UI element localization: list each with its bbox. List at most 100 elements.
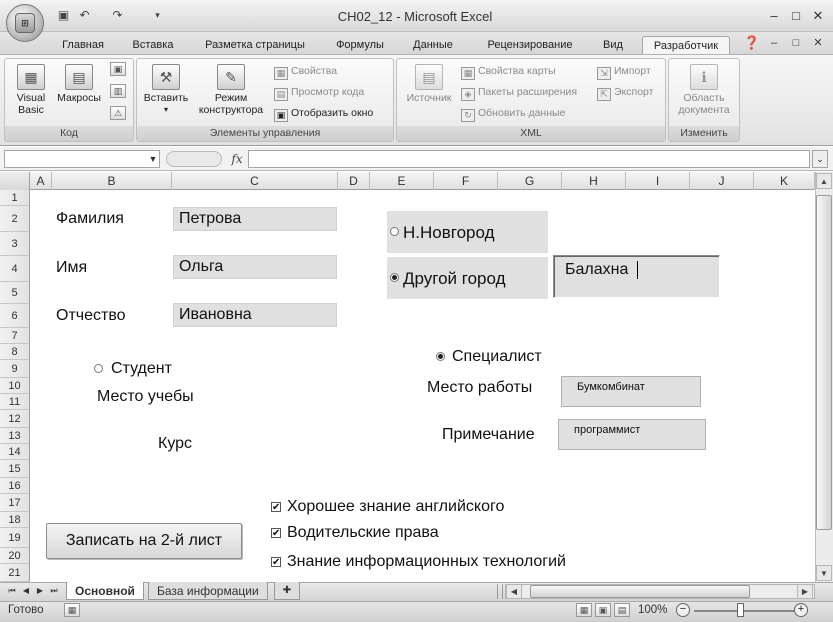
office-button[interactable]: ⊞	[6, 4, 44, 42]
redo-icon[interactable]: ↷	[110, 8, 125, 22]
row-header-19[interactable]: 19	[0, 528, 30, 548]
column-header-e[interactable]: E	[370, 172, 434, 190]
undo-icon[interactable]: ↶	[77, 8, 92, 22]
column-header-k[interactable]: K	[754, 172, 815, 190]
name-field[interactable]: Ольга	[173, 255, 337, 279]
minimize-button[interactable]: –	[764, 8, 784, 24]
column-header-a[interactable]: A	[30, 172, 52, 190]
zoom-level[interactable]: 100%	[638, 604, 667, 616]
row-header-6[interactable]: 6	[0, 304, 30, 328]
insert-function-icon[interactable]: fx	[228, 150, 246, 168]
sheet-tab-main[interactable]: Основной	[66, 582, 144, 600]
tab-developer[interactable]: Разработчик	[642, 36, 730, 54]
zoom-slider-track[interactable]	[694, 610, 794, 612]
row-header-7[interactable]: 7	[0, 328, 30, 344]
column-header-h[interactable]: H	[562, 172, 626, 190]
tab-view[interactable]: Вид	[596, 36, 630, 54]
tab-home[interactable]: Главная	[56, 36, 110, 54]
row-header-13[interactable]: 13	[0, 428, 30, 444]
macros-button[interactable]: ▤ Макросы	[52, 64, 106, 104]
page-break-view-icon[interactable]: ▤	[614, 603, 630, 617]
close-button[interactable]: ✕	[808, 8, 828, 24]
help-icon[interactable]: ❓	[742, 35, 762, 51]
scroll-left-icon[interactable]: ◀	[506, 584, 522, 599]
properties-button[interactable]: ▦ Свойства	[274, 62, 337, 80]
column-header-c[interactable]: C	[172, 172, 338, 190]
export-button[interactable]: ⇱ Экспорт	[597, 83, 653, 101]
row-header-14[interactable]: 14	[0, 444, 30, 460]
refresh-data-button[interactable]: ↻ Обновить данные	[461, 104, 565, 122]
column-header-i[interactable]: I	[626, 172, 690, 190]
row-header-8[interactable]: 8	[0, 344, 30, 360]
zoom-in-icon[interactable]: +	[794, 603, 808, 617]
column-header-d[interactable]: D	[338, 172, 370, 190]
work-place-field[interactable]: Бумкомбинат	[561, 376, 701, 407]
row-header-4[interactable]: 4	[0, 256, 30, 282]
row-header-12[interactable]: 12	[0, 410, 30, 428]
row-header-18[interactable]: 18	[0, 512, 30, 528]
surname-field[interactable]: Петрова	[173, 207, 337, 231]
horizontal-scroll-thumb[interactable]	[530, 585, 750, 598]
last-sheet-icon[interactable]: ⏭	[48, 584, 60, 598]
workbook-minimize-button[interactable]: –	[764, 35, 784, 51]
tab-review[interactable]: Рецензирование	[476, 36, 584, 54]
row-header-1[interactable]: 1	[0, 190, 30, 206]
column-header-g[interactable]: G	[498, 172, 562, 190]
row-header-20[interactable]: 20	[0, 548, 30, 564]
save-icon[interactable]: ▣	[56, 8, 71, 22]
map-properties-button[interactable]: ▦ Свойства карты	[461, 62, 556, 80]
tab-split-handle[interactable]	[497, 584, 503, 599]
expand-formula-bar-icon[interactable]: ⌄	[812, 150, 828, 168]
design-mode-button[interactable]: ✎ Режим конструктора	[192, 64, 270, 116]
first-sheet-icon[interactable]: ⏮	[6, 584, 18, 598]
city-option-nnovgorod[interactable]: Н.Новгород	[387, 211, 548, 253]
column-header-j[interactable]: J	[690, 172, 754, 190]
visual-basic-button[interactable]: ▦ Visual Basic	[10, 64, 52, 116]
scroll-down-icon[interactable]: ▼	[816, 565, 832, 581]
checkbox-english[interactable]: ✔ Хорошее знание английского	[271, 498, 571, 518]
next-sheet-icon[interactable]: ▶	[34, 584, 46, 598]
name-box-dropdown-icon[interactable]: ▼	[146, 150, 160, 168]
source-button[interactable]: ▤ Источник	[400, 64, 458, 104]
import-button[interactable]: ⇲ Импорт	[597, 62, 651, 80]
document-panel-button[interactable]: ℹ Область документа	[672, 64, 736, 116]
write-to-sheet2-button[interactable]: Записать на 2-й лист	[46, 523, 242, 559]
row-header-16[interactable]: 16	[0, 478, 30, 494]
record-macro-icon[interactable]: ▣	[110, 62, 126, 76]
column-header-b[interactable]: B	[52, 172, 172, 190]
checkbox-license[interactable]: ✔ Водительские права	[271, 524, 571, 544]
formula-input[interactable]	[248, 150, 810, 168]
sheet-tab-info-base[interactable]: База информации	[148, 582, 268, 600]
workbook-close-button[interactable]: ✕	[808, 35, 828, 51]
insert-sheet-icon[interactable]: ✚	[274, 582, 300, 600]
city-option-other[interactable]: Другой город	[387, 257, 548, 299]
row-header-15[interactable]: 15	[0, 460, 30, 478]
prev-sheet-icon[interactable]: ◀	[20, 584, 32, 598]
checkbox-it[interactable]: ✔ Знание информационных технологий	[271, 553, 621, 573]
tab-formulas[interactable]: Формулы	[328, 36, 392, 54]
scroll-right-icon[interactable]: ▶	[797, 584, 813, 599]
macro-security-icon[interactable]: ⚠	[110, 106, 126, 120]
row-header-5[interactable]: 5	[0, 282, 30, 304]
tab-insert[interactable]: Вставка	[124, 36, 182, 54]
row-header-9[interactable]: 9	[0, 360, 30, 378]
select-all-corner[interactable]	[0, 172, 30, 190]
maximize-button[interactable]: □	[786, 8, 806, 24]
formula-bar-resize-handle[interactable]	[166, 151, 222, 167]
view-code-button[interactable]: ▤ Просмотр кода	[274, 83, 364, 101]
customize-qat-icon[interactable]: ▾	[150, 8, 165, 22]
zoom-out-icon[interactable]: −	[676, 603, 690, 617]
tab-page-layout[interactable]: Разметка страницы	[196, 36, 314, 54]
row-header-17[interactable]: 17	[0, 494, 30, 512]
scroll-up-icon[interactable]: ▲	[816, 173, 832, 189]
other-city-field[interactable]: Балахна	[553, 255, 720, 298]
specialist-radio[interactable]: Специалист	[436, 348, 566, 368]
row-header-3[interactable]: 3	[0, 232, 30, 256]
patronymic-field[interactable]: Ивановна	[173, 303, 337, 327]
name-box[interactable]	[4, 150, 160, 168]
row-header-10[interactable]: 10	[0, 378, 30, 394]
zoom-slider-thumb[interactable]	[737, 603, 744, 617]
page-layout-view-icon[interactable]: ▣	[595, 603, 611, 617]
row-header-21[interactable]: 21	[0, 564, 30, 582]
row-header-2[interactable]: 2	[0, 206, 30, 232]
